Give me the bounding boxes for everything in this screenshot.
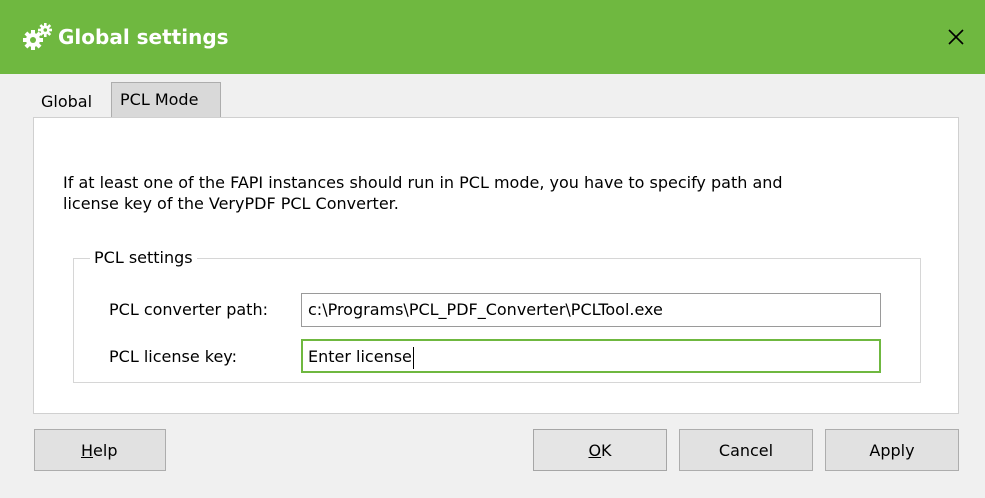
tab-global[interactable]: Global xyxy=(33,88,111,118)
license-key-input[interactable]: Enter license xyxy=(301,339,881,373)
info-text-line: license key of the VeryPDF PCL Converter… xyxy=(63,194,399,213)
license-key-label: PCL license key: xyxy=(109,347,237,366)
group-title: PCL settings xyxy=(90,247,197,269)
pcl-settings-group: PCL settings PCL converter path: c:\Prog… xyxy=(73,247,921,383)
info-text-line: If at least one of the FAPI instances sh… xyxy=(63,173,783,192)
close-icon xyxy=(948,29,964,45)
converter-path-input[interactable]: c:\Programs\PCL_PDF_Converter\PCLTool.ex… xyxy=(301,293,881,327)
help-button[interactable]: Help xyxy=(34,429,166,471)
converter-path-label: PCL converter path: xyxy=(109,300,268,319)
close-button[interactable] xyxy=(927,0,985,74)
window-title: Global settings xyxy=(58,25,229,49)
converter-path-value: c:\Programs\PCL_PDF_Converter\PCLTool.ex… xyxy=(308,300,663,319)
gears-icon xyxy=(23,23,52,50)
tab-pcl-mode[interactable]: PCL Mode xyxy=(111,82,221,118)
help-label: elp xyxy=(93,440,118,460)
apply-button[interactable]: Apply xyxy=(825,429,959,471)
ok-label: K xyxy=(601,440,612,460)
cancel-button[interactable]: Cancel xyxy=(679,429,813,471)
text-caret xyxy=(412,346,414,369)
info-text: If at least one of the FAPI instances sh… xyxy=(63,172,903,214)
ok-button[interactable]: OK xyxy=(533,429,667,471)
tab-panel-pcl-mode: If at least one of the FAPI instances sh… xyxy=(33,117,959,414)
license-key-value: Enter license xyxy=(308,347,412,366)
ok-mnemonic: O xyxy=(588,440,602,460)
help-mnemonic: H xyxy=(81,440,94,460)
title-bar: Global settings xyxy=(0,0,985,74)
